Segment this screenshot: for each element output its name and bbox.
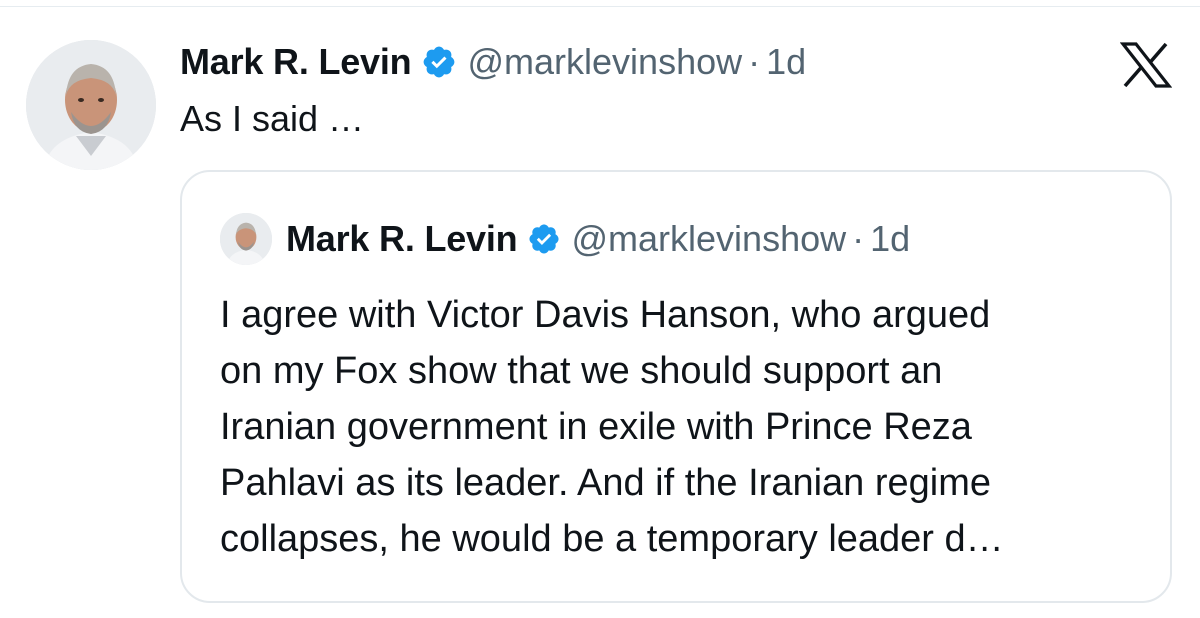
quoted-author-handle[interactable]: @marklevinshow xyxy=(571,218,846,260)
quoted-text-line: Iranian government in exile with Prince … xyxy=(220,406,972,448)
quoted-text-line: on my Fox show that we should support an xyxy=(220,350,943,392)
avatar[interactable] xyxy=(26,40,156,170)
quoted-timestamp[interactable]: 1d xyxy=(870,218,910,260)
author-handle[interactable]: @marklevinshow xyxy=(467,41,742,83)
quoted-avatar[interactable] xyxy=(220,213,272,265)
timestamp[interactable]: 1d xyxy=(766,41,806,83)
separator-dot: · xyxy=(852,218,865,259)
tweet-text: As I said … xyxy=(180,98,365,139)
verified-badge-icon xyxy=(421,44,457,80)
verified-badge-icon xyxy=(527,222,561,256)
quoted-text-line: collapses, he would be a temporary leade… xyxy=(220,518,1004,560)
tweet-header: Mark R. Levin @marklevinshow · 1d xyxy=(180,38,806,86)
quoted-author-name[interactable]: Mark R. Levin xyxy=(286,218,518,260)
quoted-tweet-header: Mark R. Levin @marklevinshow · 1d xyxy=(286,215,910,263)
separator-dot: · xyxy=(748,41,761,82)
quoted-text-line: I agree with Victor Davis Hanson, who ar… xyxy=(220,294,991,336)
top-divider xyxy=(0,6,1200,7)
author-name[interactable]: Mark R. Levin xyxy=(180,41,412,83)
quoted-tweet-text: I agree with Victor Davis Hanson, who ar… xyxy=(220,287,1160,567)
quoted-text-line: Pahlavi as its leader. And if the Irania… xyxy=(220,462,992,504)
x-logo-icon[interactable] xyxy=(1119,42,1173,88)
